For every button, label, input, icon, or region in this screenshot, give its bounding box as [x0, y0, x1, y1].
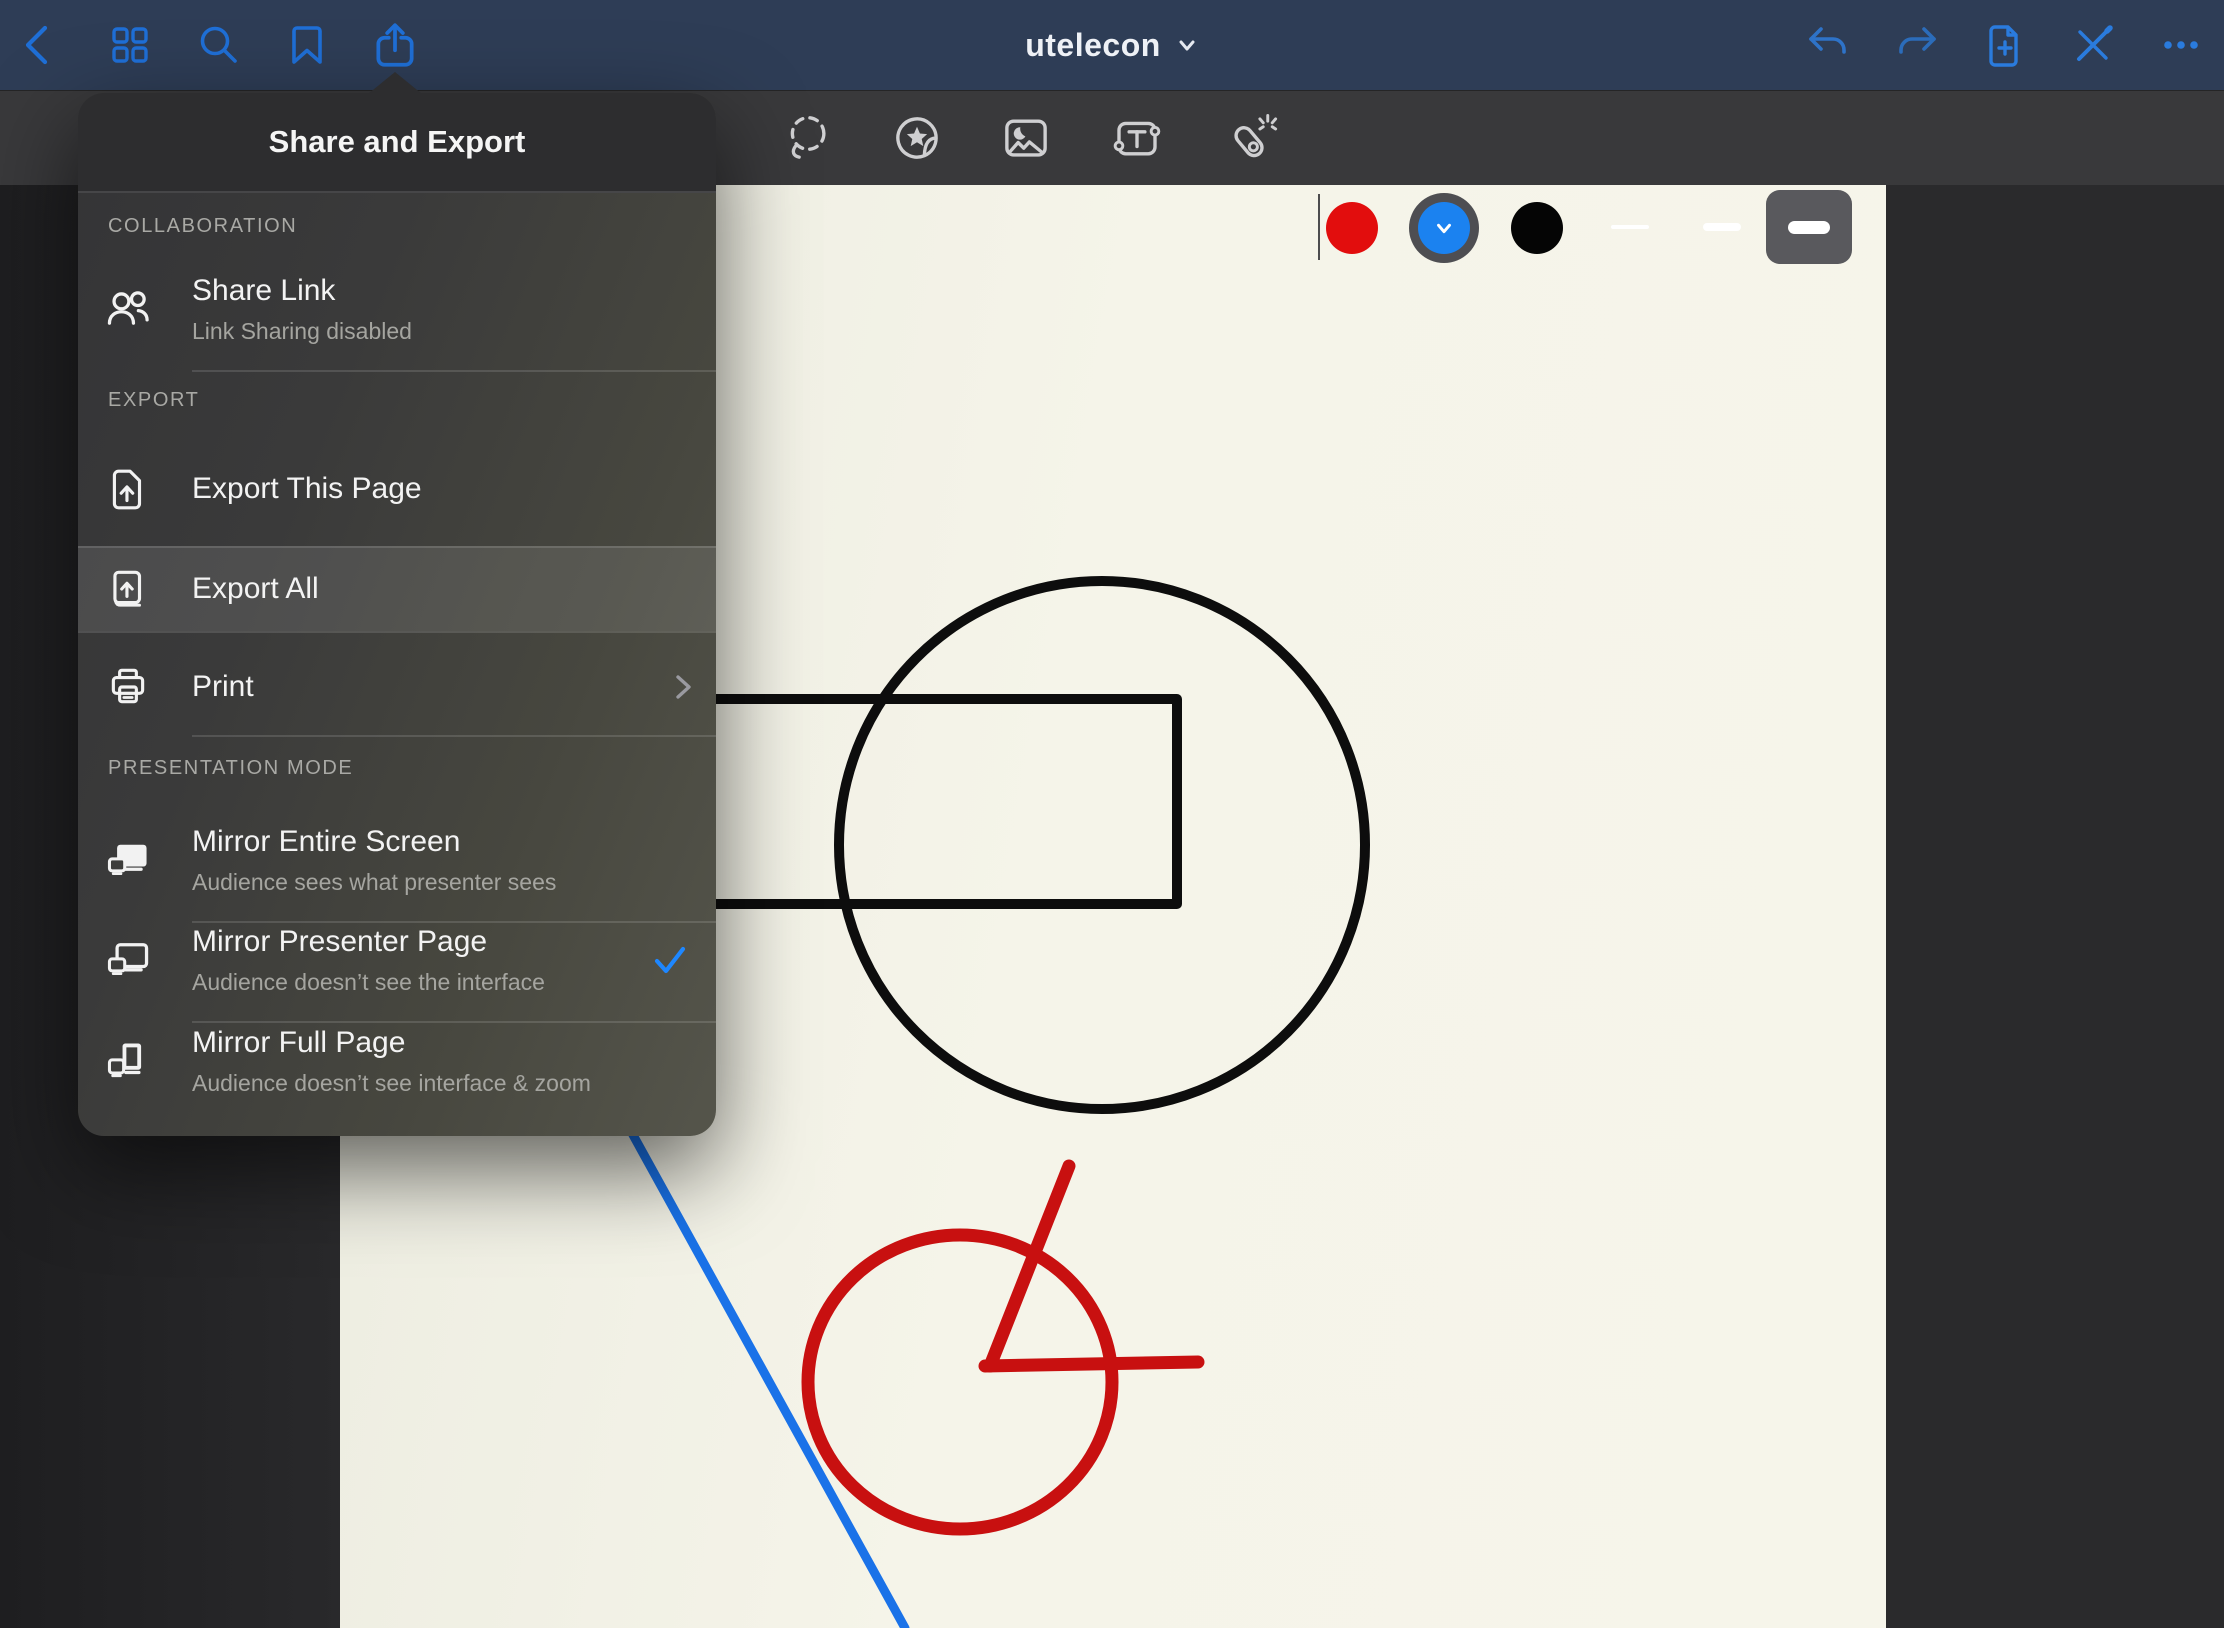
mirror-entire-screen-icon — [104, 836, 152, 884]
share-export-popover: Share and Export COLLABORATION Share Lin… — [78, 93, 716, 1136]
image-tool-button[interactable] — [981, 90, 1071, 185]
thickness-option-medium[interactable] — [1703, 223, 1741, 231]
back-chevron-icon — [16, 21, 64, 69]
menu-item-title: Print — [192, 669, 710, 705]
text-tool-button[interactable] — [1092, 90, 1182, 185]
more-options-button[interactable] — [2137, 0, 2224, 90]
undo-icon — [1804, 21, 1852, 69]
document-title: utelecon — [1025, 27, 1161, 64]
menu-item-subtitle: Audience doesn’t see the interface — [192, 968, 710, 996]
menu-item-subtitle: Link Sharing disabled — [192, 317, 710, 345]
search-icon — [195, 21, 243, 69]
menu-item-subtitle: Audience doesn’t see interface & zoom — [192, 1069, 710, 1097]
export-page-icon — [104, 465, 152, 513]
image-icon — [999, 111, 1053, 165]
export-all-book-icon — [104, 565, 152, 613]
chevron-down-icon — [1433, 217, 1455, 239]
lasso-icon — [780, 111, 834, 165]
redo-icon — [1893, 21, 1941, 69]
color-swatch-black[interactable] — [1511, 202, 1563, 254]
bookmark-icon — [283, 21, 331, 69]
menu-item-share-link[interactable]: Share Link Link Sharing disabled — [78, 248, 716, 370]
color-swatch-red[interactable] — [1326, 202, 1378, 254]
printer-icon — [104, 663, 152, 711]
document-title-button[interactable]: utelecon — [1025, 27, 1199, 64]
separator — [192, 735, 716, 737]
checkmark-icon — [650, 942, 690, 978]
canvas-background-right — [1886, 185, 2224, 1628]
menu-item-title: Mirror Full Page — [192, 1025, 710, 1061]
toolbar-divider — [1318, 194, 1320, 260]
color-swatch-blue-selected[interactable] — [1418, 202, 1470, 254]
section-label-presentation-mode: PRESENTATION MODE — [108, 757, 353, 780]
menu-item-export-this-page[interactable]: Export This Page — [78, 439, 716, 539]
thickness-option-thin[interactable] — [1611, 225, 1649, 229]
menu-item-title: Mirror Presenter Page — [192, 924, 710, 960]
menu-item-mirror-full-page[interactable]: Mirror Full Page Audience doesn’t see in… — [78, 999, 716, 1123]
undo-button[interactable] — [1784, 0, 1872, 90]
laser-pointer-icon — [1225, 111, 1279, 165]
share-icon — [370, 20, 420, 70]
elements-tool-button[interactable] — [872, 90, 962, 185]
add-page-button[interactable] — [1961, 0, 2049, 90]
page-thumbnails-button[interactable] — [86, 0, 174, 90]
sticker-star-icon — [890, 111, 944, 165]
mirror-presenter-page-icon — [104, 936, 152, 984]
chevron-down-icon — [1175, 33, 1199, 57]
people-icon — [104, 285, 152, 333]
thickness-option-thick-selected[interactable] — [1766, 190, 1852, 264]
menu-item-print[interactable]: Print — [78, 639, 716, 735]
lasso-tool-button[interactable] — [762, 90, 852, 185]
menu-item-title: Share Link — [192, 273, 710, 309]
section-label-collaboration: COLLABORATION — [108, 215, 297, 238]
back-button[interactable] — [0, 0, 84, 90]
goodnotes-app-window: utelecon — [0, 0, 2224, 1628]
redo-button[interactable] — [1873, 0, 1961, 90]
laser-pointer-tool-button[interactable] — [1207, 90, 1297, 185]
ellipsis-icon — [2157, 21, 2205, 69]
top-navigation-bar: utelecon — [0, 0, 2224, 90]
menu-item-title: Mirror Entire Screen — [192, 824, 710, 860]
menu-item-subtitle: Audience sees what presenter sees — [192, 868, 710, 896]
bookmark-button[interactable] — [263, 0, 351, 90]
text-tool-icon — [1110, 111, 1164, 165]
separator — [78, 631, 716, 633]
pen-off-icon — [2069, 21, 2117, 69]
readonly-mode-button[interactable] — [2049, 0, 2137, 90]
page-grid-icon — [106, 21, 154, 69]
popover-title: Share and Export — [269, 124, 526, 160]
separator — [192, 370, 716, 372]
menu-item-export-all[interactable]: Export All — [78, 546, 716, 631]
search-button[interactable] — [175, 0, 263, 90]
menu-item-title: Export This Page — [192, 471, 710, 507]
section-label-export: EXPORT — [108, 389, 199, 412]
menu-item-title: Export All — [192, 571, 710, 607]
popover-header: Share and Export — [78, 93, 716, 193]
chevron-right-icon — [670, 671, 696, 703]
mirror-full-page-icon — [104, 1037, 152, 1085]
add-page-icon — [1981, 21, 2029, 69]
